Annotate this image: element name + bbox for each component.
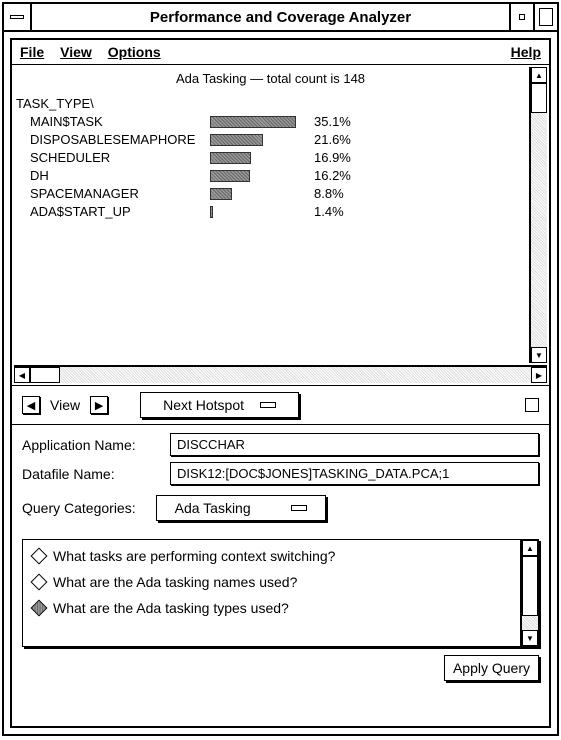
task-row: DH 16.2% [30,167,525,185]
menu-file[interactable]: File [20,44,44,60]
sash-grip[interactable] [525,398,539,412]
task-bar [210,134,263,146]
task-row: ADA$START_UP 1.4% [30,203,525,221]
scroll-up-icon[interactable]: ▲ [522,540,538,556]
datafile-name-label: Datafile Name: [22,466,162,482]
chart-title: Ada Tasking — total count is 148 [16,71,525,86]
scroll-thumb[interactable] [531,83,547,113]
query-item[interactable]: What are the Ada tasking types used? [31,600,512,616]
task-percent: 21.6% [314,131,351,149]
minimize-button[interactable] [509,4,533,30]
query-list-panel: What tasks are performing context switch… [22,539,539,647]
task-bar-cell [210,134,310,146]
task-bar [210,188,232,200]
next-hotspot-button[interactable]: Next Hotspot [140,392,299,418]
query-list: What tasks are performing context switch… [23,540,520,646]
task-bar-cell [210,116,310,128]
task-name: SPACEMANAGER [30,185,210,203]
task-percent: 16.2% [314,167,351,185]
menu-help[interactable]: Help [511,44,541,60]
view-prev-button[interactable]: ◀ [22,396,40,414]
chart-header: TASK_TYPE\ [16,96,525,111]
query-vertical-scrollbar[interactable]: ▲ ▼ [520,540,538,646]
chart-vertical-scrollbar[interactable]: ▲ ▼ [529,67,547,363]
view-controls: ◀ View ▶ Next Hotspot [12,385,549,425]
dropdown-icon [291,505,307,511]
query-text: What are the Ada tasking names used? [53,574,297,590]
task-bar-cell [210,170,310,182]
footer: Apply Query [12,647,549,687]
task-bar [210,116,296,128]
task-name: DISPOSABLESEMAPHORE [30,131,210,149]
scroll-track[interactable] [522,616,538,630]
apply-query-button[interactable]: Apply Query [444,655,539,681]
menu-bar: File View Options Help [12,40,549,65]
task-row: SPACEMANAGER 8.8% [30,185,525,203]
query-categories-label: Query Categories: [22,500,136,516]
view-label: View [50,397,80,413]
task-bar [210,170,250,182]
task-row: SCHEDULER 16.9% [30,149,525,167]
scroll-track[interactable] [531,113,547,347]
title-bar: Performance and Coverage Analyzer [4,4,557,32]
task-bar [210,152,251,164]
task-bar-cell [210,206,310,218]
task-percent: 8.8% [314,185,344,203]
view-next-button[interactable]: ▶ [90,396,108,414]
scroll-up-icon[interactable]: ▲ [531,67,547,83]
system-menu-button[interactable] [4,4,32,30]
app-window: Performance and Coverage Analyzer File V… [2,2,559,736]
task-bar-cell [210,188,310,200]
task-percent: 16.9% [314,149,351,167]
task-name: MAIN$TASK [30,113,210,131]
query-categories-value: Ada Tasking [175,500,251,516]
query-text: What are the Ada tasking types used? [53,600,289,616]
scroll-left-icon[interactable]: ◀ [14,367,30,383]
dropdown-icon [260,402,276,408]
menu-view[interactable]: View [60,44,92,60]
app-name-label: Application Name: [22,437,162,453]
radio-diamond-icon[interactable] [31,574,48,591]
scroll-track-h[interactable] [60,367,531,383]
window-title: Performance and Coverage Analyzer [32,9,509,26]
query-text: What tasks are performing context switch… [53,548,335,564]
scroll-down-icon[interactable]: ▼ [522,630,538,646]
task-percent: 35.1% [314,113,351,131]
task-row: MAIN$TASK 35.1% [30,113,525,131]
task-percent: 1.4% [314,203,344,221]
chart-panel: Ada Tasking — total count is 148 TASK_TY… [12,65,549,385]
app-name-field[interactable]: DISCCHAR [170,433,539,456]
scroll-thumb[interactable] [522,556,538,616]
chart-horizontal-scrollbar[interactable]: ◀ ▶ [14,365,547,383]
maximize-button[interactable] [533,4,557,30]
scroll-thumb-h[interactable] [30,367,60,383]
next-hotspot-label: Next Hotspot [163,397,244,413]
task-row: DISPOSABLESEMAPHORE 21.6% [30,131,525,149]
task-name: ADA$START_UP [30,203,210,221]
form-area: Application Name: DISCCHAR Datafile Name… [12,425,549,535]
task-name: DH [30,167,210,185]
task-name: SCHEDULER [30,149,210,167]
task-bar [210,206,213,218]
scroll-down-icon[interactable]: ▼ [531,347,547,363]
radio-diamond-icon[interactable] [31,548,48,565]
menu-options[interactable]: Options [108,44,161,60]
query-item[interactable]: What tasks are performing context switch… [31,548,512,564]
query-categories-dropdown[interactable]: Ada Tasking [156,495,326,521]
query-item[interactable]: What are the Ada tasking names used? [31,574,512,590]
scroll-right-icon[interactable]: ▶ [531,367,547,383]
radio-diamond-icon[interactable] [31,600,48,617]
datafile-name-field[interactable]: DISK12:[DOC$JONES]TASKING_DATA.PCA;1 [170,462,539,485]
client-area: File View Options Help Ada Tasking — tot… [10,38,551,728]
task-bar-cell [210,152,310,164]
chart-content: Ada Tasking — total count is 148 TASK_TY… [12,65,529,365]
